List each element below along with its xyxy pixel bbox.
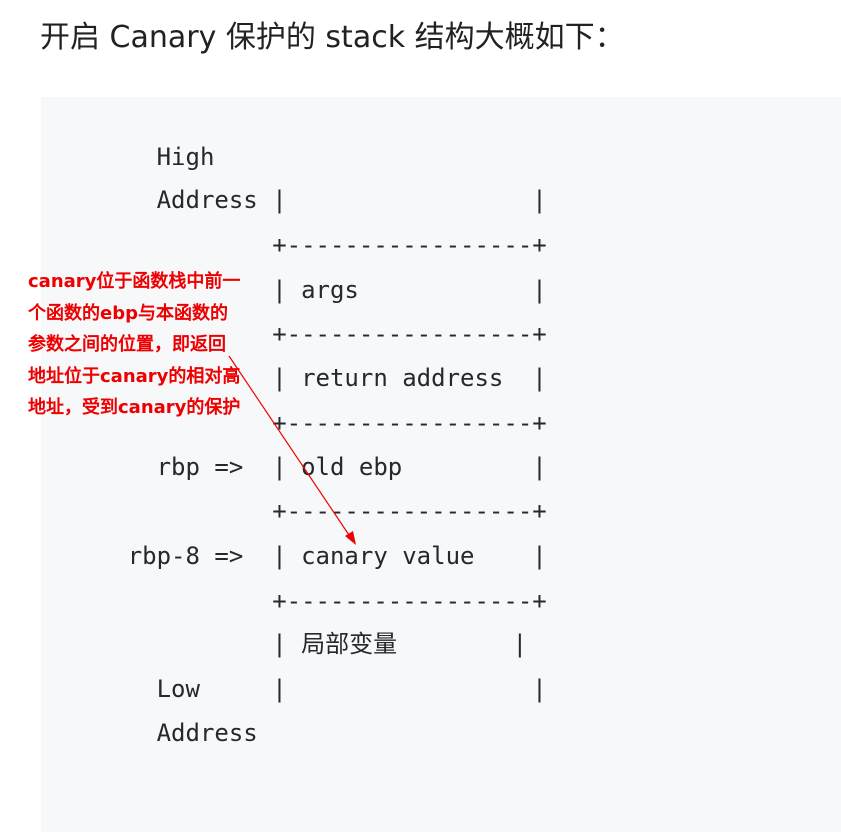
arrow-line (228, 355, 352, 539)
arrow-head (345, 531, 356, 545)
annotation-arrow (228, 355, 356, 545)
